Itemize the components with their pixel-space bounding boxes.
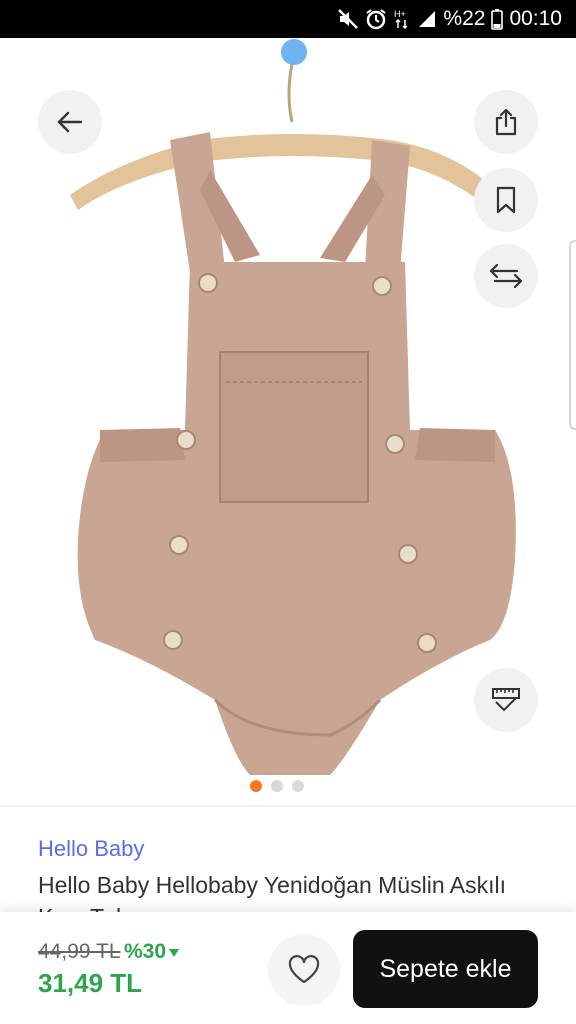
share-icon (495, 108, 517, 136)
swap-arrows-icon (489, 263, 523, 289)
favorite-button[interactable] (268, 934, 340, 1006)
size-guide-button[interactable] (474, 668, 538, 732)
heart-icon (288, 955, 320, 984)
bottom-action-bar: 44,99 TL %30 31,49 TL Sepete ekle (0, 912, 576, 1024)
svg-text:H+: H+ (394, 9, 406, 19)
share-button[interactable] (474, 90, 538, 154)
add-to-cart-button[interactable]: Sepete ekle (353, 930, 538, 1008)
status-bar: H+ %22 00:10 (0, 0, 576, 38)
divider (0, 805, 576, 807)
brand-link[interactable]: Hello Baby (38, 836, 144, 862)
product-image[interactable] (0, 38, 576, 802)
signal-icon (417, 9, 437, 29)
discount-badge: %30 (124, 940, 180, 964)
bookmark-button[interactable] (474, 168, 538, 232)
arrow-left-icon (57, 111, 83, 133)
pagination-dot[interactable] (271, 780, 283, 792)
triangle-down-icon (169, 949, 180, 957)
mute-icon (337, 8, 359, 30)
clock: 00:10 (509, 7, 562, 30)
discount-label: %30 (124, 940, 167, 963)
side-panel-handle[interactable] (569, 240, 576, 430)
compare-button[interactable] (474, 244, 538, 308)
product-title: Hello Baby Hellobaby Yenidoğan Müslin As… (38, 872, 506, 913)
current-price: 31,49 TL (38, 968, 143, 998)
battery-percent: %22 (443, 7, 486, 30)
pagination-dot[interactable] (292, 780, 304, 792)
ruler-icon (492, 688, 520, 712)
back-button[interactable] (38, 90, 102, 154)
alarm-icon (365, 8, 387, 30)
bookmark-icon (496, 186, 516, 214)
data-arrows-icon: H+ (393, 8, 411, 30)
pagination-dot-active[interactable] (250, 780, 262, 792)
image-pagination (250, 780, 304, 792)
battery-icon (491, 8, 504, 30)
old-price: 44,99 TL (38, 940, 121, 963)
